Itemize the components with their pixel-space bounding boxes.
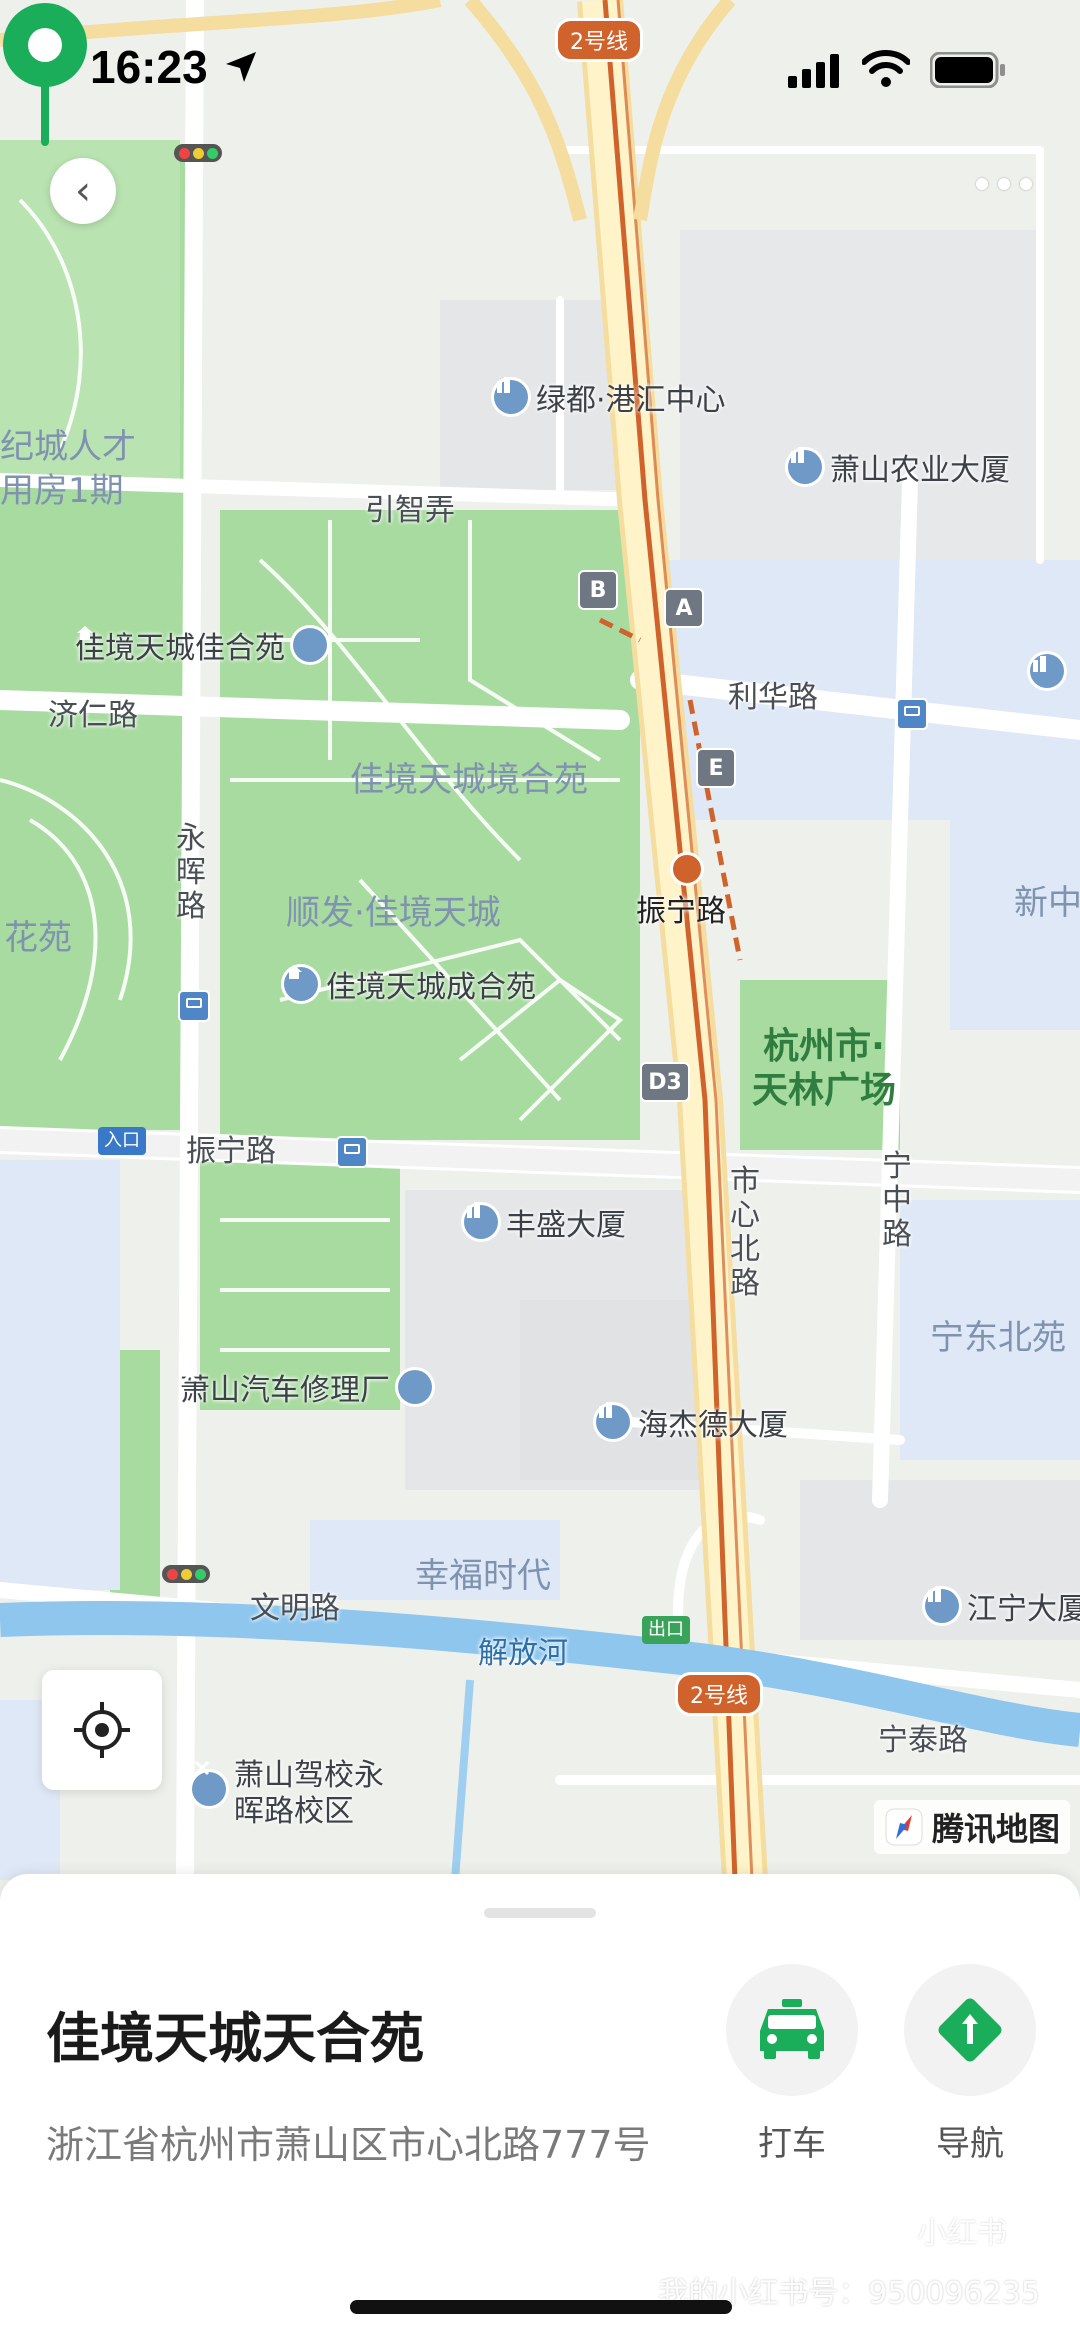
poi-qixiu[interactable]: 萧山汽车修理厂 bbox=[180, 1365, 432, 1409]
traffic-light-icon bbox=[162, 1565, 210, 1583]
metro-exit-e[interactable]: E bbox=[696, 748, 736, 788]
place-title: 佳境天城天合苑 bbox=[46, 2007, 424, 2070]
place-address: 浙江省杭州市萧山区市心北路777号 bbox=[46, 2123, 651, 2167]
road-label-ningzhong: 宁中路 bbox=[882, 1149, 912, 1252]
navigation-icon bbox=[938, 1998, 1002, 2062]
metro-station-icon[interactable] bbox=[670, 852, 704, 886]
poi-fengsheng[interactable]: 丰盛大厦 bbox=[464, 1200, 626, 1244]
river-label: 解放河 bbox=[478, 1636, 568, 1671]
area-label-jingheyuan: 佳境天城境合苑 bbox=[350, 760, 588, 800]
map-view[interactable]: 2号线 2号线 纪城人才 用房1期 佳境天城境合苑 顺发·佳境天城 花苑 新中 宁… bbox=[0, 0, 1080, 1880]
metro-exit-a[interactable]: A bbox=[664, 588, 704, 628]
more-button[interactable] bbox=[976, 178, 1032, 190]
poi-haijiede[interactable]: 海杰德大厦 bbox=[596, 1400, 788, 1444]
building-icon bbox=[494, 377, 528, 414]
crosshair-icon bbox=[74, 1702, 130, 1758]
battery-icon bbox=[930, 52, 1005, 88]
bus-stop-icon[interactable] bbox=[178, 990, 210, 1022]
wifi-icon bbox=[862, 50, 910, 87]
bus-stop-icon[interactable] bbox=[896, 698, 928, 730]
compass-icon bbox=[885, 1808, 923, 1846]
poi-jiahe[interactable]: 佳境天城佳合苑 bbox=[75, 623, 327, 667]
sheet-handle[interactable] bbox=[484, 1908, 596, 1918]
status-bar: 16:23 bbox=[0, 0, 1080, 140]
home-icon bbox=[284, 965, 318, 1001]
road-label-zhenning: 振宁路 bbox=[186, 1134, 276, 1169]
area-label-xinzhong: 新中 bbox=[1014, 883, 1080, 923]
taxi-icon bbox=[760, 1999, 824, 2059]
chevron-left-icon: ‹ bbox=[75, 168, 91, 214]
exit-badge: 出口 bbox=[642, 1616, 690, 1644]
road-label-lihua: 利华路 bbox=[728, 680, 818, 715]
tencent-map-logo: 腾讯地图 bbox=[873, 1800, 1070, 1854]
building-icon bbox=[464, 1202, 498, 1239]
road-label-wenming: 文明路 bbox=[250, 1591, 340, 1626]
road-label-ningtai: 宁泰路 bbox=[878, 1723, 968, 1758]
back-button[interactable]: ‹ bbox=[50, 158, 116, 224]
traffic-light-icon bbox=[174, 144, 222, 162]
navigate-label: 导航 bbox=[936, 2124, 1004, 2164]
poi-jiaxiao[interactable]: 萧山驾校永 晖路校区 bbox=[192, 1758, 384, 1830]
cellular-signal-icon bbox=[788, 54, 839, 88]
area-label-shunfa: 顺发·佳境天城 bbox=[286, 893, 501, 933]
metro-station-label: 振宁路 bbox=[636, 894, 726, 929]
taxi-button[interactable]: 打车 bbox=[726, 1964, 858, 2165]
poi-lvdu[interactable]: 绿都·港汇中心 bbox=[494, 375, 726, 419]
area-label-ningdong: 宁东北苑 bbox=[930, 1318, 1066, 1358]
metro-exit-b[interactable]: B bbox=[578, 570, 618, 610]
metro-line-badge: 2号线 bbox=[675, 1672, 763, 1716]
home-icon bbox=[77, 626, 327, 662]
watermark-logo: 小红书 bbox=[904, 2205, 1020, 2255]
location-arrow-icon bbox=[226, 52, 256, 82]
taxi-label: 打车 bbox=[758, 2124, 826, 2164]
road-label-yinzhi: 引智弄 bbox=[365, 493, 455, 528]
poi-jiangning[interactable]: 江宁大厦 bbox=[925, 1584, 1080, 1628]
building-icon bbox=[1030, 654, 1064, 688]
navigate-button[interactable]: 导航 bbox=[904, 1964, 1036, 2165]
area-label-park: 杭州市· 天林广场 bbox=[752, 1026, 897, 1111]
road-label-shixin-north: 市心北路 bbox=[730, 1164, 760, 1301]
building-icon bbox=[596, 1402, 630, 1439]
entrance-badge: 入口 bbox=[98, 1127, 146, 1155]
area-label-jicheng: 纪城人才 用房1期 bbox=[0, 427, 136, 511]
road-label-jiren: 济仁路 bbox=[48, 698, 138, 733]
road-label-yonghui: 永晖路 bbox=[176, 821, 206, 924]
building-icon bbox=[788, 447, 822, 484]
bus-stop-icon[interactable] bbox=[336, 1136, 368, 1168]
status-time: 16:23 bbox=[90, 41, 208, 93]
metro-exit-d3[interactable]: D3 bbox=[640, 1062, 690, 1102]
home-indicator[interactable] bbox=[350, 2300, 732, 2314]
area-label-xingfu: 幸福时代 bbox=[415, 1556, 551, 1596]
wrench-icon bbox=[192, 1760, 226, 1806]
wrench-icon bbox=[182, 1367, 432, 1404]
area-label-huayuan: 花苑 bbox=[4, 918, 72, 958]
building-icon bbox=[925, 1586, 959, 1623]
poi-nongye[interactable]: 萧山农业大厦 bbox=[788, 445, 1010, 489]
poi-chenghe[interactable]: 佳境天城成合苑 bbox=[284, 962, 536, 1006]
locate-button[interactable] bbox=[42, 1670, 162, 1790]
poi-building-edge[interactable] bbox=[1030, 654, 1064, 688]
map-canvas bbox=[0, 0, 1080, 1880]
